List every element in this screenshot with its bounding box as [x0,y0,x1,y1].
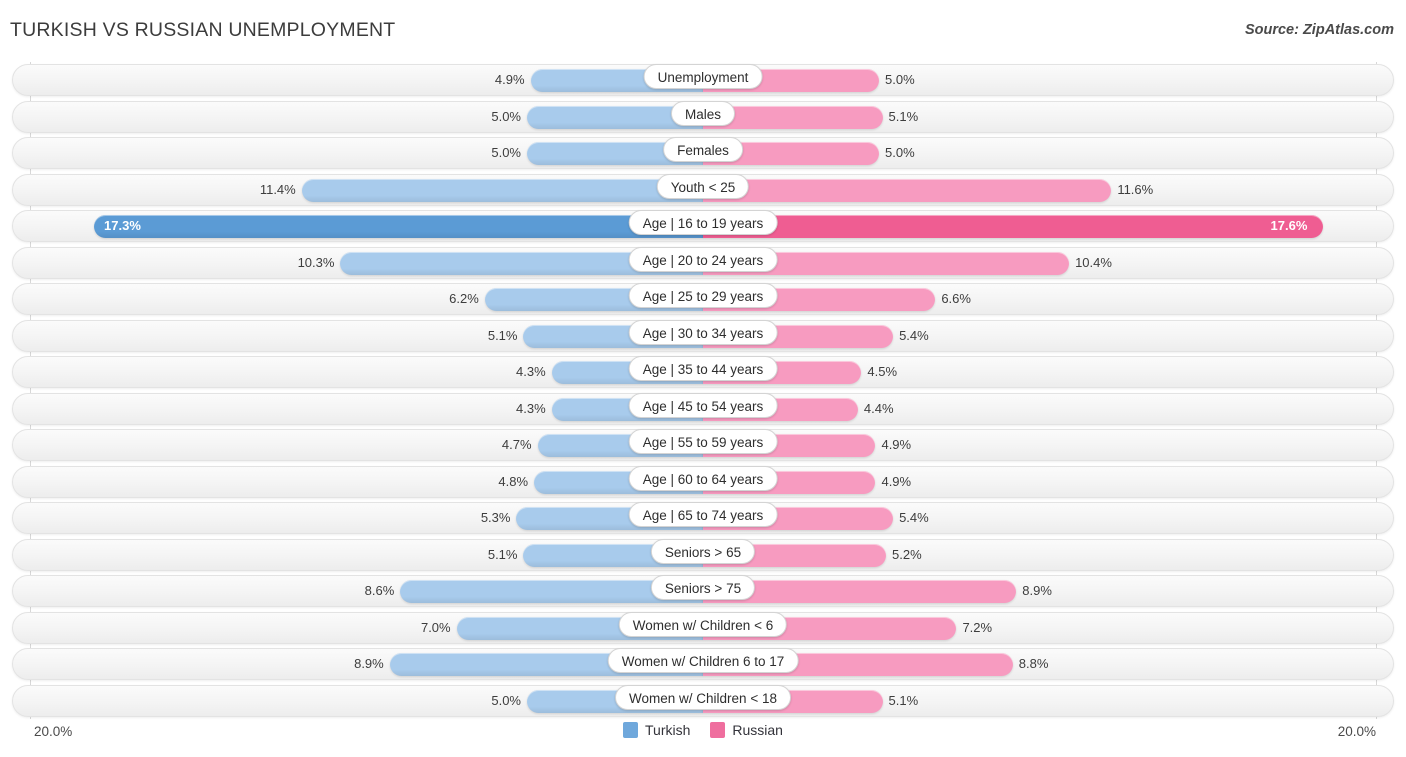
source-label: Source: ZipAtlas.com [1244,22,1394,38]
category-label[interactable]: Age | 20 to 24 years [628,246,778,272]
table-row[interactable]: 5.1% 5.4% Age | 30 to 34 years [0,318,1406,355]
value-label-turkish: 5.3% [480,510,511,525]
bar-turkish[interactable] [301,178,703,202]
category-label[interactable]: Age | 30 to 34 years [628,319,778,345]
value-label-turkish: 8.6% [364,583,395,598]
chart-footer: 20.0% 20.0% Turkish Russian [0,719,1406,757]
value-label-russian: 5.0% [885,72,915,87]
bar-russian[interactable] [703,215,1323,238]
value-label-russian: 5.0% [885,145,915,160]
legend-label-turkish: Turkish [645,722,691,738]
legend-item-turkish[interactable]: Turkish [623,722,690,738]
table-row[interactable]: 10.3% 10.4% Age | 20 to 24 years [0,245,1406,282]
value-label-russian: 4.9% [881,473,912,489]
category-label[interactable]: Youth < 25 [656,173,750,199]
legend: Turkish Russian [0,722,1406,738]
table-row[interactable]: 5.0% 5.1% Women w/ Children < 18 [0,683,1406,720]
table-row[interactable]: 5.1% 5.2% Seniors > 65 [0,537,1406,574]
table-row[interactable]: 6.2% 6.6% Age | 25 to 29 years [0,281,1406,318]
value-label-turkish: 4.9% [494,72,525,87]
value-label-russian: 5.2% [892,546,922,562]
value-label-russian: 4.5% [867,364,898,379]
category-label[interactable]: Age | 55 to 59 years [628,429,778,454]
category-label[interactable]: Females [663,137,743,162]
category-label[interactable]: Age | 45 to 54 years [628,392,778,418]
value-label-turkish: 5.0% [491,145,521,160]
value-label-turkish: 8.9% [354,656,384,671]
value-label-turkish: 4.3% [516,400,546,416]
value-label-turkish: 5.1% [487,327,518,343]
page-title: TURKISH VS RUSSIAN UNEMPLOYMENT [10,19,396,41]
legend-swatch-russian [710,722,726,738]
table-row[interactable]: 4.9% 5.0% Unemployment [0,62,1406,99]
table-row[interactable]: 4.7% 4.9% Age | 55 to 59 years [0,427,1406,464]
value-label-turkish: 4.3% [516,364,546,379]
legend-label-russian: Russian [732,722,783,738]
table-row[interactable]: 7.0% 7.2% Women w/ Children < 6 [0,610,1406,647]
category-label[interactable]: Women w/ Children < 6 [618,611,788,637]
value-label-russian: 11.6% [1117,181,1154,197]
category-label[interactable]: Age | 25 to 29 years [628,283,778,308]
category-label[interactable]: Seniors > 65 [650,538,756,564]
value-label-russian: 4.4% [863,400,894,416]
chart-root: TURKISH VS RUSSIAN UNEMPLOYMENT Source: … [0,0,1406,757]
category-label[interactable]: Women w/ Children < 18 [615,684,791,710]
value-label-turkish: 5.1% [487,546,518,562]
value-label-russian: 5.1% [888,108,919,124]
value-label-russian: 8.8% [1018,656,1049,671]
value-label-russian: 10.4% [1075,254,1112,270]
value-label-russian: 6.6% [941,291,971,306]
value-label-turkish: 4.8% [498,473,529,489]
category-label[interactable]: Age | 60 to 64 years [628,465,778,491]
value-label-turkish: 7.0% [420,619,451,635]
category-label[interactable]: Males [670,100,736,126]
value-label-russian: 5.4% [899,327,929,343]
category-label[interactable]: Unemployment [643,64,763,89]
table-row[interactable]: 4.8% 4.9% Age | 60 to 64 years [0,464,1406,501]
table-row[interactable]: 5.3% 5.4% Age | 65 to 74 years [0,500,1406,537]
value-label-russian: 8.9% [1022,583,1052,598]
value-label-russian: 5.4% [899,510,929,525]
value-label-russian: 7.2% [962,619,993,635]
value-label-turkish: 5.0% [491,108,521,124]
table-row[interactable]: 4.3% 4.4% Age | 45 to 54 years [0,391,1406,428]
value-label-russian: 4.9% [881,437,912,452]
value-label-russian: 5.1% [888,692,919,708]
legend-item-russian[interactable]: Russian [710,722,783,738]
table-row[interactable]: 5.0% 5.1% Males [0,99,1406,136]
category-label[interactable]: Women w/ Children 6 to 17 [607,648,799,673]
category-label[interactable]: Age | 35 to 44 years [628,356,778,381]
value-label-russian: 17.6% [1270,218,1308,233]
value-label-turkish: 6.2% [449,291,479,306]
bar-turkish[interactable] [94,215,703,238]
table-row[interactable]: 11.4% 11.6% Youth < 25 [0,172,1406,209]
table-row[interactable]: 5.0% 5.0% Females [0,135,1406,172]
category-label[interactable]: Age | 65 to 74 years [628,502,778,527]
plot-area: 4.9% 5.0% Unemployment 5.0% 5.1% Males 5.0% 5.0… [0,62,1406,719]
category-label[interactable]: Age | 16 to 19 years [628,210,778,235]
value-label-turkish: 17.3% [104,218,141,233]
legend-swatch-turkish [623,722,638,738]
bar-russian[interactable] [703,178,1112,202]
table-row[interactable]: 17.3% 17.6% Age | 16 to 19 years [0,208,1406,245]
bar-rows: 4.9% 5.0% Unemployment 5.0% 5.1% Males 5.0% 5.0… [0,62,1406,719]
table-row[interactable]: 4.3% 4.5% Age | 35 to 44 years [0,354,1406,391]
value-label-turkish: 5.0% [491,692,521,708]
table-row[interactable]: 8.6% 8.9% Seniors > 75 [0,573,1406,610]
value-label-turkish: 10.3% [297,254,335,270]
category-label[interactable]: Seniors > 75 [650,575,756,600]
value-label-turkish: 11.4% [259,181,296,197]
value-label-turkish: 4.7% [501,437,532,452]
table-row[interactable]: 8.9% 8.8% Women w/ Children 6 to 17 [0,646,1406,683]
